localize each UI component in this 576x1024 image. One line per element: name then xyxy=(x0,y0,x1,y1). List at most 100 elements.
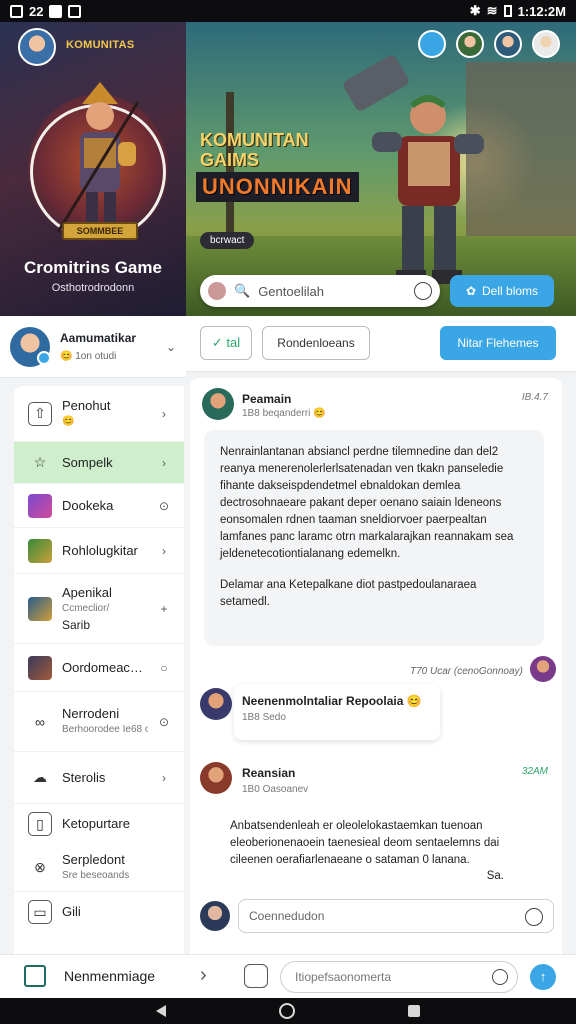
sidebar-item-dookeka[interactable]: Dookeka ⊙ xyxy=(14,484,184,528)
notification-icon xyxy=(49,4,63,18)
feed-toolbar: ✓ tal Rondenloeans Nitar Flehemes xyxy=(186,316,576,372)
controller-icon: ▭ xyxy=(28,900,52,924)
battery-icon xyxy=(503,5,512,17)
search-placeholder: Gentoelilah xyxy=(258,283,324,299)
post-body: Nenrainlantanan absiancl perdne tilemned… xyxy=(204,430,544,646)
primary-action-button[interactable]: Nitar Flehemes xyxy=(440,326,556,360)
profile-header[interactable]: Aamumatikar 😊 1on otudi ⌄ xyxy=(0,316,186,378)
hero-action-button[interactable]: ✿ Dell bloms xyxy=(450,275,554,307)
clock-icon[interactable] xyxy=(492,969,508,985)
messages-icon[interactable] xyxy=(24,965,46,987)
post-card: Reansian 32AM 1B0 Oasoanev Anbatsendenle… xyxy=(190,760,562,890)
user-avatar xyxy=(200,901,230,931)
status-time-left: 22 xyxy=(29,3,44,19)
post-meta: 1B8 Sedo xyxy=(242,712,286,723)
circle-icon: ○ xyxy=(160,660,168,675)
star-icon: ☆ xyxy=(33,454,47,470)
hero-title-line3: UNONNIKAIN xyxy=(196,172,359,202)
back-icon[interactable] xyxy=(156,1005,166,1017)
sidebar-item-sterolis[interactable]: ☁ Sterolis › xyxy=(14,752,184,804)
link-icon: ∞ xyxy=(35,713,45,730)
chevron-right-icon: › xyxy=(162,543,166,558)
search-icon: 🔍 xyxy=(234,283,251,298)
hero-chip[interactable]: bcrwact xyxy=(200,232,255,249)
cloud-icon: ☁ xyxy=(33,769,47,785)
emoji-icon[interactable] xyxy=(414,282,432,300)
post-author-name[interactable]: Neenenmolntaliar Repoolaia 😊 xyxy=(242,694,422,708)
checkbox-icon xyxy=(10,4,23,18)
post-author-name[interactable]: Peamain xyxy=(242,392,291,406)
chat-icon[interactable] xyxy=(418,30,446,58)
verified-filter-button[interactable]: ✓ tal xyxy=(200,326,252,360)
chevron-right-icon: › xyxy=(162,406,166,421)
community-tag: KOMUNITAS xyxy=(66,39,135,51)
comment-input[interactable]: Coennedudon xyxy=(238,899,554,933)
sidebar-item-nerrodeni[interactable]: ∞ Nerrodeni Berhoorodee Ie68 on ⊙ xyxy=(14,692,184,752)
community-avatar[interactable] xyxy=(18,28,56,66)
post-feed: Peamain 1B8 beqanderri 😊 IB.4.7 Nenrainl… xyxy=(190,378,562,954)
system-nav-bar xyxy=(0,998,576,1024)
post-time: 32AM xyxy=(521,766,548,777)
compose-icon[interactable] xyxy=(244,964,268,988)
bottom-bar-label[interactable]: Nenmenmiage xyxy=(64,968,155,984)
sidebar-item-apenikal[interactable]: Apenikal Ccmeclior/ Sarib + xyxy=(14,574,184,644)
clock-icon: ⊙ xyxy=(158,714,170,729)
hero-search-field[interactable]: 🔍 Gentoelilah xyxy=(200,275,440,307)
post-author-avatar[interactable] xyxy=(202,388,234,420)
post-author-avatar[interactable] xyxy=(200,762,232,794)
send-icon[interactable]: ↑ xyxy=(530,964,556,990)
rank-badge: SOMMBEE xyxy=(62,222,138,240)
user-avatar xyxy=(208,282,226,300)
chevron-right-icon[interactable]: › xyxy=(200,964,207,987)
reply-avatar[interactable] xyxy=(530,656,556,682)
recents-icon[interactable] xyxy=(408,1005,420,1017)
chevron-right-icon: › xyxy=(162,770,166,785)
sidebar-item-rohlolugkitar[interactable]: Rohlolugkitar › xyxy=(14,528,184,574)
warrior-character xyxy=(343,55,484,284)
reply-meta[interactable]: T70 Ucar (cenoGonnoay) xyxy=(410,666,523,677)
hero-artwork: KOMUNITAN GAIMS UNONNIKAIN bcrwact 🔍 Gen… xyxy=(186,22,576,316)
main-content: Aamumatikar 😊 1on otudi ⌄ ⇧ Penohut 😊 › ☆… xyxy=(0,316,576,954)
game-card[interactable]: KOMUNITAS SOMMBEE Cromitrins Game Osthot… xyxy=(0,22,186,316)
game-thumbnail xyxy=(28,655,52,680)
team-avatars xyxy=(418,30,560,58)
home-icon[interactable] xyxy=(279,1003,295,1019)
profile-name: Aamumatikar xyxy=(60,331,137,345)
message-input[interactable]: Itiopefsaonomerta xyxy=(280,961,518,993)
hero-banner: KOMUNITAS SOMMBEE Cromitrins Game Osthot… xyxy=(0,22,576,316)
bottom-bar: Nenmenmiage › Itiopefsaonomerta ↑ xyxy=(0,954,576,998)
sidebar-item-oordomeacan[interactable]: Oordomeacan.. ○ xyxy=(14,644,184,692)
post-author-avatar[interactable] xyxy=(200,688,232,720)
profile-avatar xyxy=(10,326,51,367)
add-icon[interactable]: + xyxy=(158,602,170,616)
status-time: 1:12:2M xyxy=(517,3,566,19)
butterfly-icon: ✿ xyxy=(465,284,477,298)
wifi-icon: ≋ xyxy=(486,3,498,18)
post-body: Anbatsendenleah er oleolelokastaemkan tu… xyxy=(230,820,500,866)
member-avatar[interactable] xyxy=(494,30,522,58)
bluetooth-icon: ✱ xyxy=(469,3,481,18)
sidebar-item-ketopurtare[interactable]: ▯ Ketopurtare xyxy=(14,804,184,844)
game-thumbnail xyxy=(28,596,52,621)
door-icon: ▯ xyxy=(28,812,52,836)
profile-status: 😊 1on otudi xyxy=(60,351,117,362)
member-avatar[interactable] xyxy=(456,30,484,58)
post-author-name[interactable]: Reansian xyxy=(242,766,295,780)
sidebar-item-gili[interactable]: ▭ Gili xyxy=(14,892,184,932)
clock-icon: ⊙ xyxy=(158,498,170,513)
settings-icon xyxy=(68,4,82,18)
emoji-icon[interactable] xyxy=(525,908,543,926)
post-meta: 1B0 Oasoanev xyxy=(242,784,309,795)
sidebar-item-serpledont[interactable]: ⊗ Serpledont Sre beseoands xyxy=(14,844,184,892)
sidebar-item-penohut[interactable]: ⇧ Penohut 😊 › xyxy=(14,386,184,442)
sidebar: ⇧ Penohut 😊 › ☆ Sompelk › Dookeka ⊙ Rohlo… xyxy=(14,386,184,954)
sidebar-item-sompelk[interactable]: ☆ Sompelk › xyxy=(14,442,184,484)
game-thumbnail xyxy=(28,493,52,518)
post-body-end: Sa. xyxy=(486,870,504,882)
recommendations-button[interactable]: Rondenloeans xyxy=(262,326,370,360)
hero-title-line2: GAIMS xyxy=(200,150,260,170)
chevron-down-icon[interactable]: ⌄ xyxy=(166,340,176,354)
post-card: Peamain 1B8 beqanderri 😊 IB.4.7 Nenrainl… xyxy=(190,378,562,688)
post-time: IB.4.7 xyxy=(521,392,548,403)
member-avatar[interactable] xyxy=(532,30,560,58)
